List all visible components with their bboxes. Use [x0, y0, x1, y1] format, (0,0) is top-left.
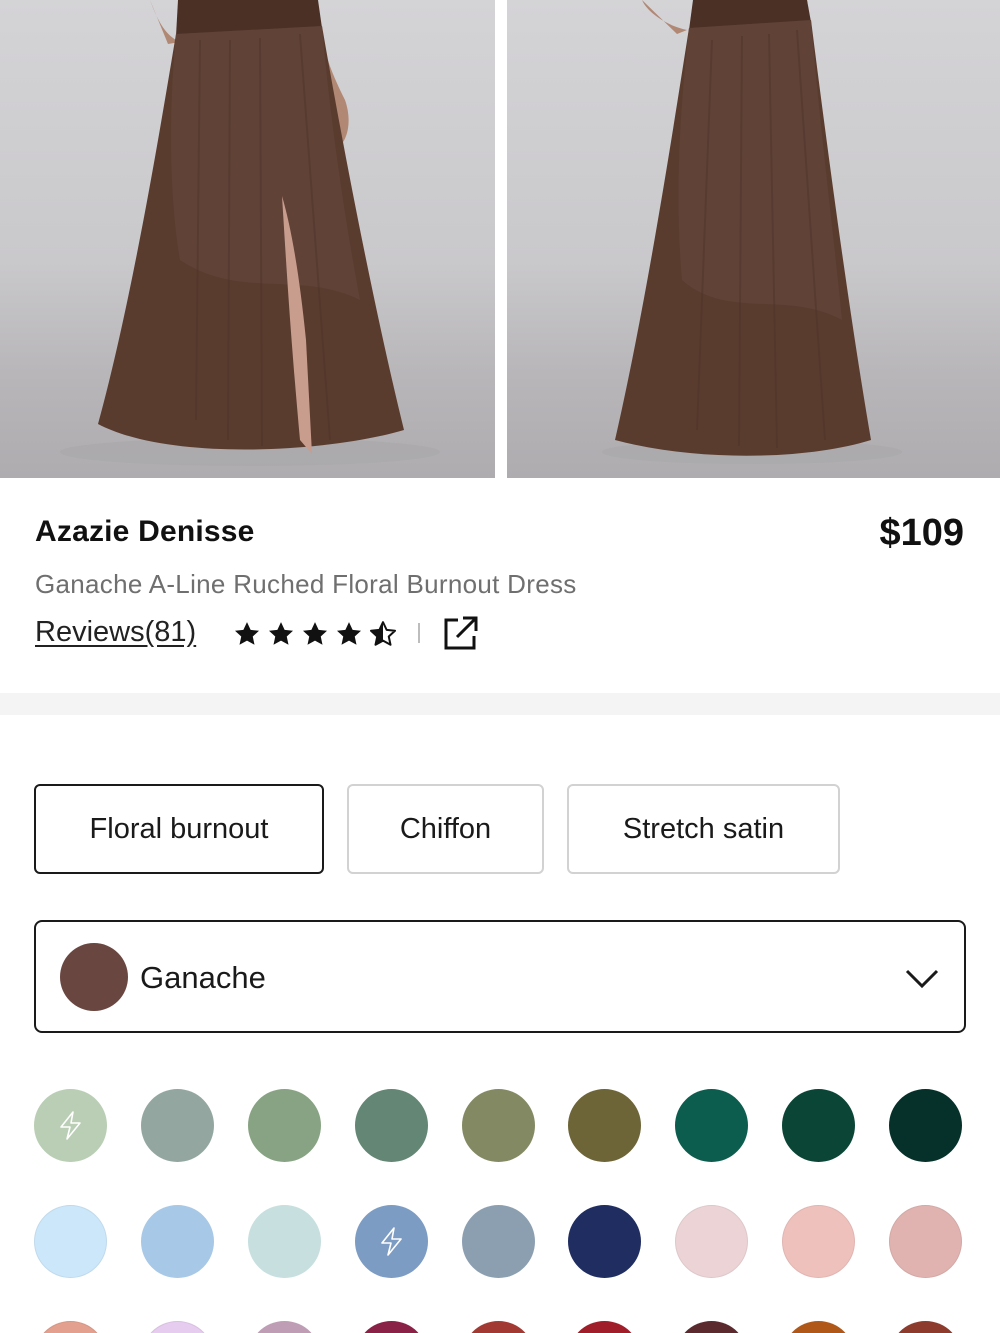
reviews-link[interactable]: Reviews(81): [35, 616, 196, 649]
color-swatch[interactable]: [782, 1205, 855, 1278]
color-swatch[interactable]: [675, 1089, 748, 1162]
fabric-tab-floral-burnout[interactable]: Floral burnout: [34, 784, 324, 874]
star-icon: [235, 622, 259, 645]
rating-divider: [418, 623, 420, 643]
external-link-icon[interactable]: [441, 615, 479, 653]
rating-stars: [232, 619, 398, 649]
chevron-down-icon: [905, 969, 939, 989]
color-swatch[interactable]: [248, 1089, 321, 1162]
color-swatch[interactable]: [141, 1321, 214, 1333]
lightning-icon: [60, 1111, 81, 1140]
star-half-icon: [370, 621, 396, 646]
product-subtitle: Ganache A-Line Ruched Floral Burnout Dre…: [35, 569, 577, 599]
color-swatch[interactable]: [568, 1321, 641, 1333]
color-swatch[interactable]: [568, 1089, 641, 1162]
color-swatch[interactable]: [462, 1321, 535, 1333]
color-dropdown[interactable]: Ganache: [34, 920, 966, 1033]
fabric-tab-stretch-satin[interactable]: Stretch satin: [567, 784, 840, 874]
section-divider: [0, 693, 1000, 715]
star-icon: [337, 622, 361, 645]
product-photo-front[interactable]: [0, 0, 495, 478]
color-swatch[interactable]: [889, 1321, 962, 1333]
product-price: $109: [879, 512, 964, 554]
color-swatch[interactable]: [675, 1205, 748, 1278]
star-icon: [303, 622, 327, 645]
color-swatch[interactable]: [889, 1089, 962, 1162]
color-swatch[interactable]: [34, 1321, 107, 1333]
color-swatch[interactable]: [34, 1205, 107, 1278]
dress-back-illustration: [602, 0, 902, 464]
color-swatch[interactable]: [248, 1321, 321, 1333]
color-swatch[interactable]: [462, 1089, 535, 1162]
dress-front-illustration: [60, 0, 440, 466]
color-swatch[interactable]: [141, 1205, 214, 1278]
color-swatch[interactable]: [34, 1089, 107, 1162]
product-brand-name: Azazie Denisse: [35, 515, 255, 548]
selected-color-swatch: [60, 943, 128, 1011]
color-swatch[interactable]: [782, 1089, 855, 1162]
color-swatch[interactable]: [462, 1205, 535, 1278]
star-icon: [269, 622, 293, 645]
color-swatch[interactable]: [355, 1321, 428, 1333]
selected-color-label: Ganache: [140, 960, 266, 995]
color-swatch[interactable]: [141, 1089, 214, 1162]
product-gallery: [0, 0, 1000, 478]
color-swatch[interactable]: [355, 1205, 428, 1278]
fabric-tab-chiffon[interactable]: Chiffon: [347, 784, 544, 874]
color-swatch[interactable]: [782, 1321, 855, 1333]
color-swatch[interactable]: [889, 1205, 962, 1278]
lightning-icon: [381, 1227, 402, 1256]
color-swatch[interactable]: [248, 1205, 321, 1278]
color-swatch[interactable]: [675, 1321, 748, 1333]
color-swatch[interactable]: [355, 1089, 428, 1162]
color-swatch[interactable]: [568, 1205, 641, 1278]
product-photo-back[interactable]: [507, 0, 1000, 478]
